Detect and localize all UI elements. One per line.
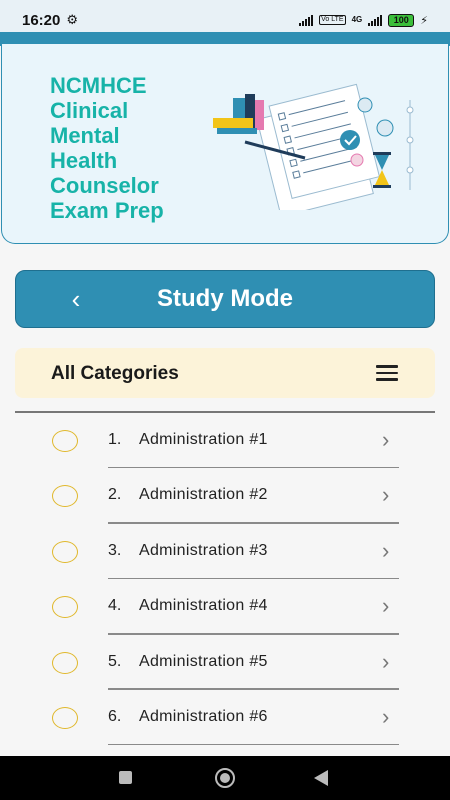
chevron-right-icon: ›: [382, 593, 390, 619]
back-triangle-icon[interactable]: [314, 770, 328, 786]
radio-button[interactable]: [52, 651, 78, 674]
item-label: Administration #4: [139, 597, 268, 615]
radio-button[interactable]: [52, 540, 78, 563]
list-item[interactable]: 4. Administration #4 ›: [0, 579, 450, 635]
item-number: 2.: [108, 486, 122, 504]
list-item[interactable]: 1. Administration #1 ›: [0, 413, 450, 469]
recents-icon[interactable]: [119, 771, 132, 784]
settings-gear-icon: ⚙: [66, 12, 79, 27]
list-item[interactable]: 5. Administration #5 ›: [0, 635, 450, 690]
chevron-right-icon: ›: [382, 482, 390, 508]
item-label: Administration #1: [139, 431, 268, 448]
status-icons: Vo LTE 4G 100 ⚡: [299, 13, 428, 27]
back-button[interactable]: ‹: [61, 285, 91, 315]
item-label: Administration #3: [139, 541, 268, 559]
charging-icon: ⚡: [420, 14, 428, 27]
item-number: 4.: [108, 597, 122, 615]
topic-list: 1. Administration #1 › 2. Administration…: [0, 413, 450, 746]
battery-level: 100: [393, 15, 409, 25]
list-item[interactable]: 2. Administration #2 ›: [0, 468, 450, 524]
home-icon[interactable]: [215, 768, 235, 788]
status-time: 16:20: [22, 11, 61, 29]
chevron-left-icon: ‹: [71, 284, 81, 314]
radio-button[interactable]: [52, 430, 78, 452]
network-type: 4G: [351, 15, 363, 24]
category-label: All Categories: [51, 363, 179, 384]
chevron-right-icon: ›: [382, 703, 390, 729]
chevron-right-icon: ›: [382, 537, 390, 563]
list-item[interactable]: 3. Administration #3 ›: [0, 524, 450, 580]
list-item[interactable]: 6. Administration #6 ›: [0, 690, 450, 746]
volte-badge: Vo LTE: [319, 15, 346, 25]
chevron-right-icon: ›: [382, 427, 390, 452]
signal-icon-2: [368, 14, 383, 26]
item-label: Administration #2: [139, 486, 268, 504]
exam-illustration-icon: [213, 83, 414, 210]
item-divider: [108, 743, 399, 746]
radio-button[interactable]: [52, 596, 78, 619]
study-mode-header: ‹ Study Mode: [15, 270, 435, 328]
hamburger-menu-icon[interactable]: [376, 365, 398, 381]
signal-icon: [299, 14, 314, 26]
system-nav-bar: [0, 756, 450, 800]
item-number: 3.: [108, 541, 122, 559]
battery-icon: 100: [388, 13, 415, 27]
item-label: Administration #5: [139, 652, 268, 670]
category-selector[interactable]: All Categories: [15, 348, 435, 398]
radio-button[interactable]: [52, 485, 78, 508]
item-number: 1.: [108, 431, 122, 448]
item-label: Administration #6: [139, 707, 268, 725]
item-number: 6.: [108, 707, 122, 725]
chevron-right-icon: ›: [382, 648, 390, 674]
radio-button[interactable]: [52, 706, 78, 729]
item-number: 5.: [108, 652, 122, 670]
